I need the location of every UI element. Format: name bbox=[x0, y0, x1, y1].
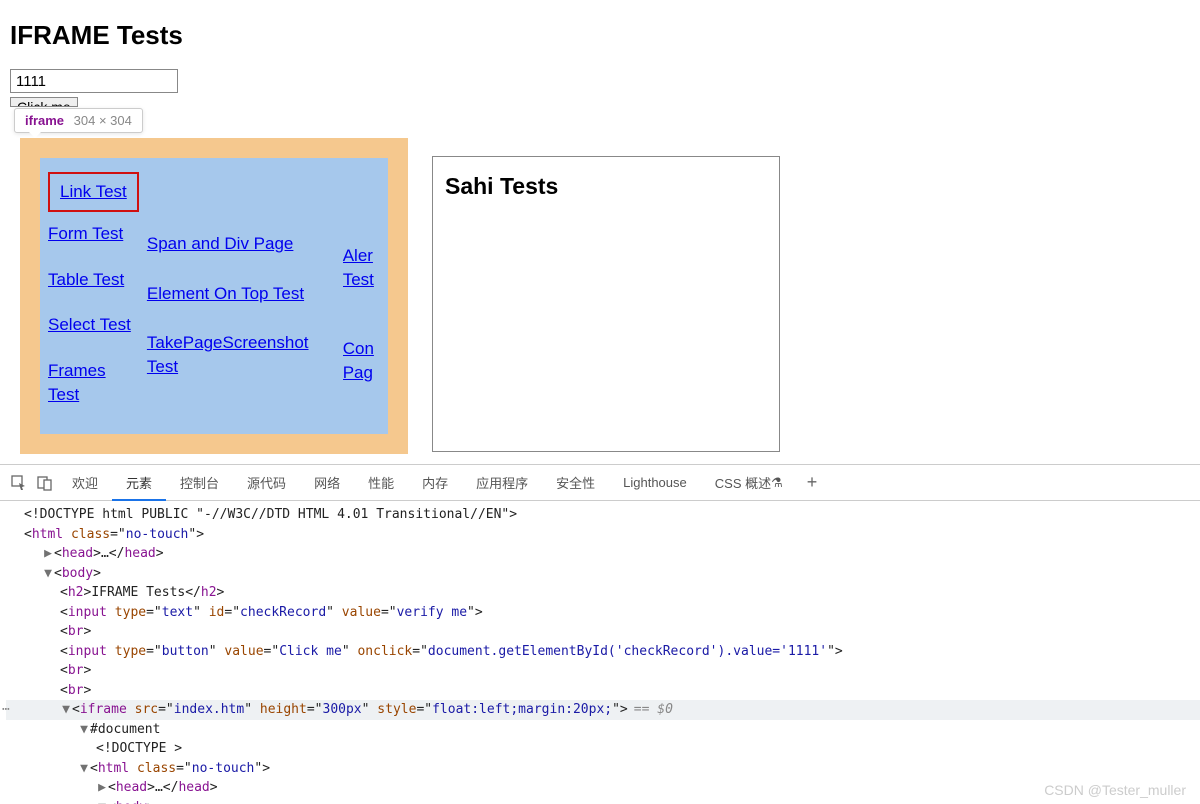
confirm-page-link[interactable]: Con Pag bbox=[343, 337, 380, 385]
add-tab-icon[interactable]: + bbox=[807, 472, 818, 493]
click-me-button[interactable]: Click me bbox=[10, 97, 78, 107]
page-content: IFRAME Tests Click me iframe 304 × 304 L… bbox=[0, 0, 1200, 462]
iframe-1-highlight: Link Test Form Test Table Test Select Te… bbox=[20, 138, 408, 454]
element-on-top-link[interactable]: Element On Top Test bbox=[147, 282, 331, 306]
check-record-input[interactable] bbox=[10, 69, 178, 93]
tab-elements[interactable]: 元素 bbox=[112, 466, 166, 501]
watermark: CSDN @Tester_muller bbox=[1044, 782, 1186, 798]
tab-application[interactable]: 应用程序 bbox=[462, 465, 542, 500]
page-title: IFRAME Tests bbox=[10, 20, 1190, 51]
device-toggle-icon[interactable] bbox=[32, 470, 58, 496]
prompt-link[interactable]: Pror bbox=[343, 431, 380, 434]
code-line[interactable]: ▼<body> bbox=[6, 798, 1200, 804]
form-test-link[interactable]: Form Test bbox=[48, 222, 135, 246]
inspect-icon[interactable] bbox=[6, 470, 32, 496]
code-line[interactable]: <html class="no-touch"> bbox=[6, 525, 1200, 545]
screenshot-test-link[interactable]: TakePageScreenshot Test bbox=[147, 331, 331, 379]
span-div-link[interactable]: Span and Div Page bbox=[147, 232, 331, 256]
code-line[interactable]: ▼#document bbox=[6, 720, 1200, 740]
link-test-link[interactable]: Link Test bbox=[60, 182, 127, 201]
link-test-highlight: Link Test bbox=[48, 172, 139, 212]
code-line[interactable]: ▶<head>…</head> bbox=[6, 544, 1200, 564]
devtools-elements-tree[interactable]: <!DOCTYPE html PUBLIC "-//W3C//DTD HTML … bbox=[0, 501, 1200, 804]
tab-sources[interactable]: 源代码 bbox=[233, 465, 300, 500]
tooltip-dimensions: 304 × 304 bbox=[74, 113, 132, 128]
select-test-link[interactable]: Select Test bbox=[48, 313, 135, 337]
tab-console[interactable]: 控制台 bbox=[166, 465, 233, 500]
frames-test-link[interactable]: Frames Test bbox=[48, 359, 135, 407]
code-line[interactable]: <br> bbox=[6, 622, 1200, 642]
devtools-panel: 欢迎 元素 控制台 源代码 网络 性能 内存 应用程序 安全性 Lighthou… bbox=[0, 464, 1200, 804]
tab-network[interactable]: 网络 bbox=[300, 465, 354, 500]
tab-css-overview[interactable]: CSS 概述 ⚗ bbox=[701, 465, 797, 500]
code-line[interactable]: <!DOCTYPE html PUBLIC "-//W3C//DTD HTML … bbox=[6, 505, 1200, 525]
iframe-1-content: Link Test Form Test Table Test Select Te… bbox=[40, 158, 388, 434]
code-line[interactable]: <!DOCTYPE > bbox=[6, 739, 1200, 759]
table-test-link[interactable]: Table Test bbox=[48, 268, 135, 292]
devtools-inspect-tooltip: iframe 304 × 304 bbox=[14, 108, 143, 133]
tab-performance[interactable]: 性能 bbox=[354, 465, 408, 500]
code-line-selected[interactable]: ▼<iframe src="index.htm" height="300px" … bbox=[6, 700, 1200, 720]
code-line[interactable]: ▶<head>…</head> bbox=[6, 778, 1200, 798]
flask-icon: ⚗ bbox=[771, 475, 783, 491]
devtools-tabs: 欢迎 元素 控制台 源代码 网络 性能 内存 应用程序 安全性 Lighthou… bbox=[0, 465, 1200, 501]
tab-security[interactable]: 安全性 bbox=[542, 465, 609, 500]
code-line[interactable]: <h2>IFRAME Tests</h2> bbox=[6, 583, 1200, 603]
tab-memory[interactable]: 内存 bbox=[408, 465, 462, 500]
code-line[interactable]: ▼<body> bbox=[6, 564, 1200, 584]
code-line[interactable]: <input type="button" value="Click me" on… bbox=[6, 642, 1200, 662]
sahi-tests-heading: Sahi Tests bbox=[445, 173, 769, 200]
code-line[interactable]: <br> bbox=[6, 681, 1200, 701]
code-line[interactable]: <br> bbox=[6, 661, 1200, 681]
tab-welcome[interactable]: 欢迎 bbox=[58, 465, 112, 500]
code-line[interactable]: <input type="text" id="checkRecord" valu… bbox=[6, 603, 1200, 623]
iframe-2-content: Sahi Tests Link Test bbox=[432, 156, 780, 452]
code-line[interactable]: ▼<html class="no-touch"> bbox=[6, 759, 1200, 779]
frames-row: Link Test Form Test Table Test Select Te… bbox=[10, 138, 1190, 454]
tab-lighthouse[interactable]: Lighthouse bbox=[609, 465, 701, 500]
tooltip-tag: iframe bbox=[25, 113, 64, 128]
alert-test-link[interactable]: Aler Test bbox=[343, 244, 380, 292]
